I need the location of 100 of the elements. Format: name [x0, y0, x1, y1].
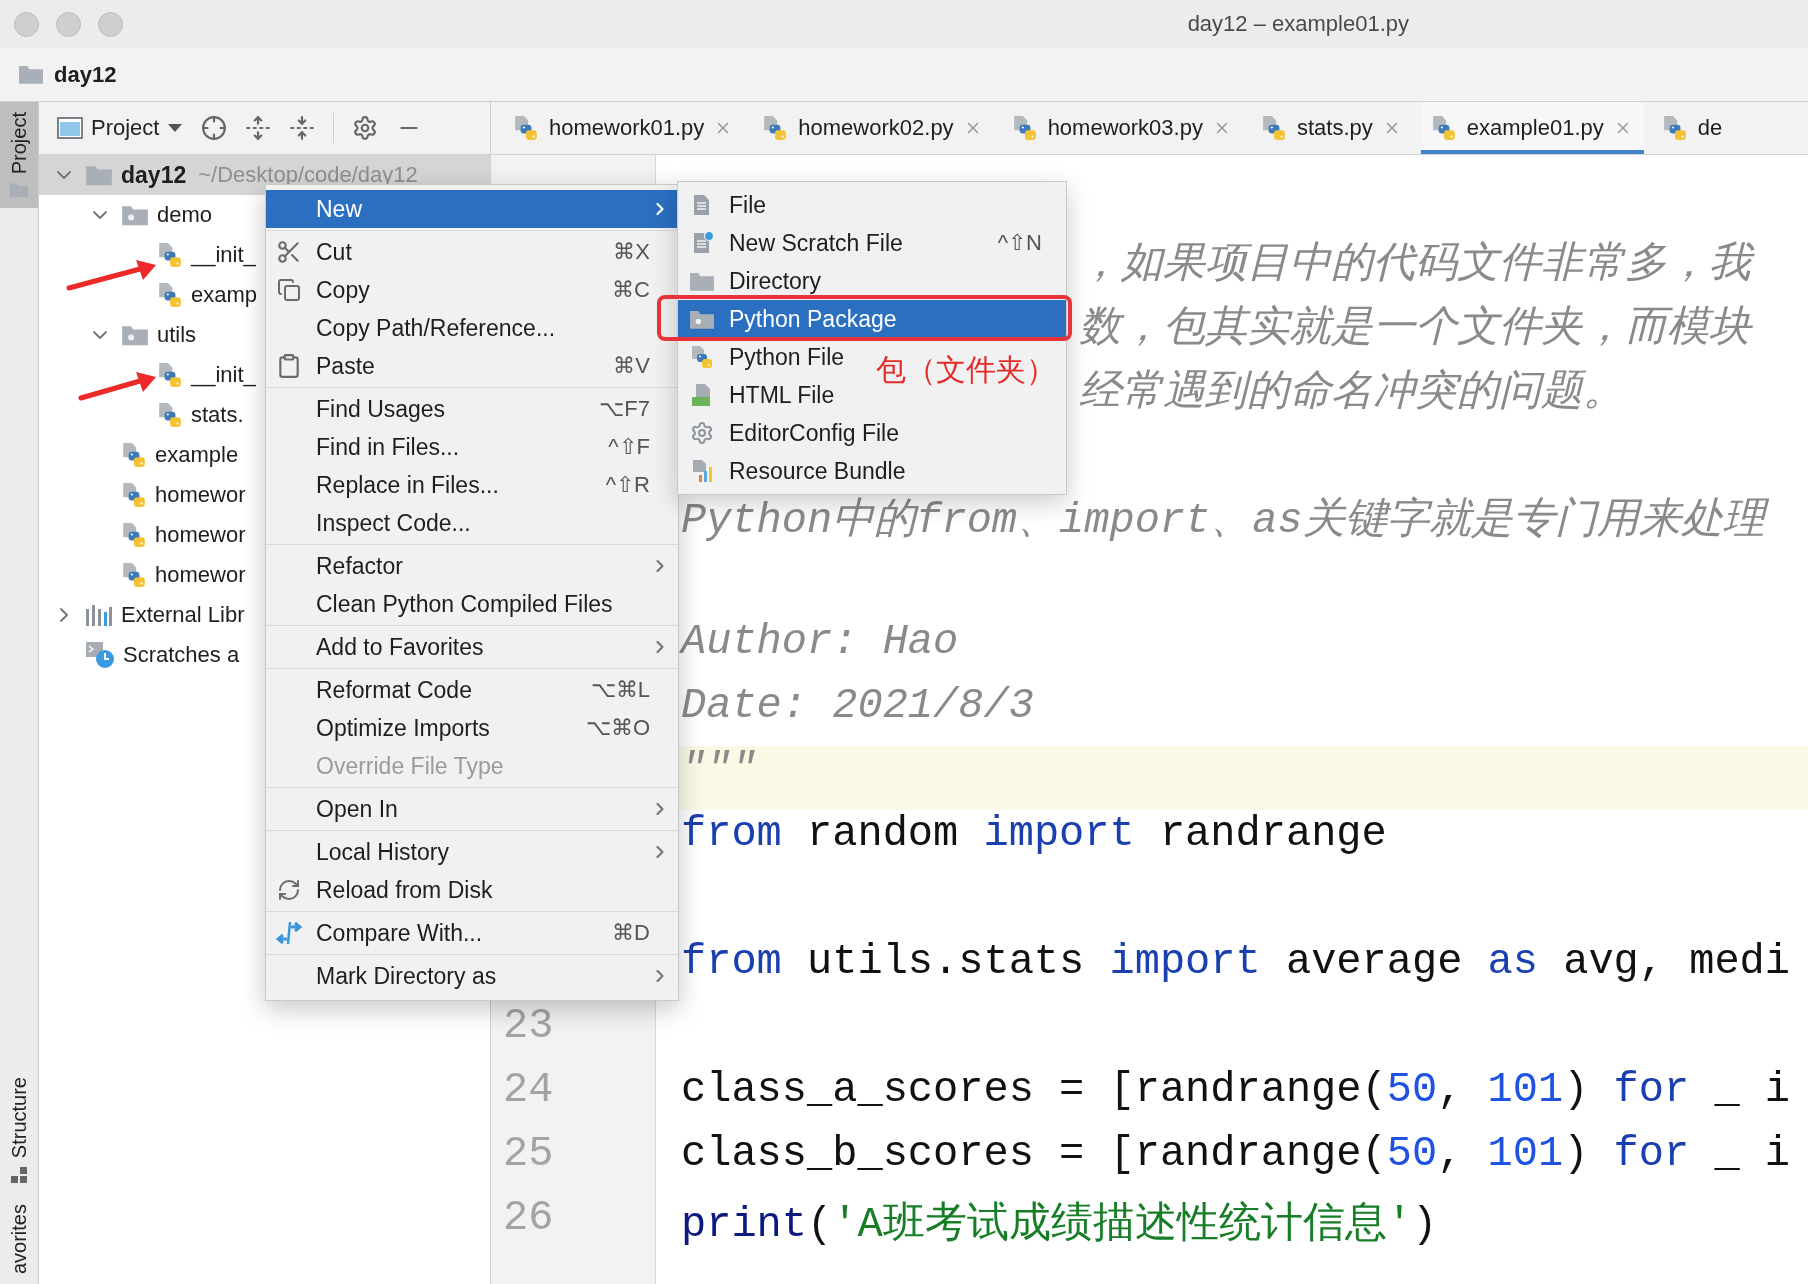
- menu-item[interactable]: Reformat Code ⌥⌘L: [266, 671, 678, 709]
- shortcut-label: ⌥⌘O: [585, 715, 650, 741]
- menu-item[interactable]: Refactor: [266, 547, 678, 585]
- code-line: from utils.stats import average as avg, medi: [681, 938, 1791, 986]
- library-bars-icon: [85, 603, 113, 627]
- python-file-icon: [121, 482, 147, 508]
- view-selector[interactable]: Project: [57, 115, 184, 141]
- menu-item[interactable]: Find in Files... ^⇧F: [266, 428, 678, 466]
- python-file-icon: [1661, 115, 1688, 141]
- window-control[interactable]: [56, 11, 81, 37]
- tool-window-tab[interactable]: Project: [0, 102, 38, 209]
- editor-tab[interactable]: homework02.py: [752, 102, 994, 154]
- collapse-all-icon[interactable]: [289, 115, 316, 141]
- shortcut-label: ⌥F7: [599, 396, 650, 422]
- menu-item[interactable]: Cut ⌘X: [266, 233, 678, 271]
- menu-item[interactable]: Replace in Files... ^⇧R: [266, 466, 678, 504]
- python-file-icon: [1430, 115, 1457, 141]
- menu-item[interactable]: Copy ⌘C: [266, 271, 678, 309]
- folder-icon: [18, 64, 44, 85]
- clipboard-icon: [276, 353, 302, 379]
- window-control[interactable]: [14, 11, 39, 37]
- shortcut-label: ⌘V: [613, 353, 650, 379]
- compare-arrows-icon: [276, 920, 302, 946]
- menu-item[interactable]: Resource Bundle: [678, 452, 930, 490]
- structure-blocks-icon: [10, 1165, 28, 1184]
- code-line: 数，包其实就是一个文件夹，而模块: [1079, 305, 1751, 353]
- python-file-icon: [157, 242, 183, 268]
- breadcrumb-item[interactable]: day12: [54, 61, 117, 88]
- reload-icon: [277, 878, 301, 902]
- editor-tab[interactable]: homework03.py: [1001, 102, 1243, 154]
- python-file-icon: [121, 562, 147, 588]
- bundle-chart-icon: [690, 459, 714, 483]
- menu-item[interactable]: Optimize Imports ⌥⌘O: [266, 709, 678, 747]
- python-file-icon: [1011, 115, 1038, 141]
- shortcut-label: ^⇧R: [605, 472, 650, 498]
- menu-item[interactable]: Paste ⌘V: [266, 347, 678, 385]
- menu-item[interactable]: Reload from Disk: [266, 871, 678, 909]
- menu-item[interactable]: Local History: [266, 833, 678, 871]
- editor-tab[interactable]: stats.py: [1250, 102, 1413, 154]
- tool-window-tab[interactable]: Structure: [0, 1066, 38, 1194]
- python-file-icon: [157, 282, 183, 308]
- menu-item[interactable]: Directory: [678, 262, 845, 300]
- editor-tab[interactable]: example01.py: [1420, 102, 1644, 154]
- gear-icon: [690, 421, 714, 445]
- line-number: 23: [503, 1002, 554, 1050]
- window-title: day12 – example01.py: [1187, 11, 1409, 37]
- menu-item[interactable]: Copy Path/Reference...: [266, 309, 678, 347]
- shortcut-label: ^⇧F: [608, 434, 650, 460]
- menu-item[interactable]: Find Usages ⌥F7: [266, 390, 678, 428]
- line-number: 25: [503, 1130, 554, 1178]
- code-line: class_b_scores = [randrange(50, 101) for _ i: [681, 1130, 1791, 1178]
- menu-item[interactable]: EditorConfig File: [678, 414, 924, 452]
- path-hint: ~/Desktop/code/day12: [198, 162, 418, 188]
- python-file-icon: [157, 362, 183, 388]
- menu-item[interactable]: HTML File: [678, 376, 859, 414]
- tool-window-tab[interactable]: avorites: [0, 1193, 38, 1284]
- line-number: 26: [503, 1194, 554, 1242]
- scratch-clock-icon: [85, 641, 115, 669]
- shortcut-label: ⌘X: [613, 239, 650, 265]
- menu-item[interactable]: New Scratch File ^⇧N: [678, 224, 1066, 262]
- locate-icon[interactable]: [201, 115, 228, 141]
- window-icon: [57, 117, 83, 139]
- python-file-icon: [762, 115, 789, 141]
- shortcut-label: ⌘C: [612, 277, 650, 303]
- python-file-icon: [121, 522, 147, 548]
- menu-item[interactable]: Inspect Code...: [266, 504, 678, 542]
- code-line: from random import randrange: [681, 810, 1387, 858]
- annotation-label: 包（文件夹）: [876, 352, 1056, 388]
- python-file-icon: [157, 402, 183, 428]
- python-file-icon: [513, 115, 539, 141]
- tree-item-label: day12: [121, 161, 187, 189]
- scissors-icon: [276, 239, 302, 265]
- python-file-icon: [1260, 115, 1287, 141]
- menu-item[interactable]: Add to Favorites: [266, 628, 678, 666]
- menu-item[interactable]: Python Package: [678, 300, 1066, 338]
- caret-down-icon: [167, 123, 184, 133]
- code-line: 经常遇到的命名冲突的问题。: [1079, 369, 1625, 417]
- line-number: 24: [503, 1066, 554, 1114]
- menu-item[interactable]: New: [266, 190, 678, 228]
- folder-icon: [689, 270, 715, 292]
- menu-item[interactable]: Open In: [266, 790, 678, 828]
- menu-item[interactable]: Mark Directory as: [266, 957, 678, 995]
- menu-item[interactable]: Compare With... ⌘D: [266, 914, 678, 952]
- code-line: class_a_scores = [randrange(50, 101) for _ i: [681, 1066, 1791, 1114]
- shortcut-label: ⌥⌘L: [590, 677, 650, 703]
- menu-item[interactable]: File: [678, 186, 791, 224]
- code-line: Author: Hao: [681, 618, 959, 666]
- shortcut-label: ^⇧N: [997, 230, 1042, 256]
- folder-icon: [85, 163, 113, 187]
- editor-tab[interactable]: de: [1651, 102, 1735, 154]
- editor-tab[interactable]: homework01.py: [503, 102, 745, 154]
- package-folder-icon: [689, 308, 715, 330]
- expand-all-icon[interactable]: [245, 115, 272, 141]
- settings-icon[interactable]: [352, 115, 379, 141]
- package-folder-icon: [121, 203, 149, 227]
- code-line: """: [681, 746, 757, 794]
- menu-item[interactable]: Python File: [678, 338, 869, 376]
- python-file-icon: [121, 442, 147, 468]
- menu-item[interactable]: Clean Python Compiled Files: [266, 585, 678, 623]
- window-control[interactable]: [98, 11, 123, 37]
